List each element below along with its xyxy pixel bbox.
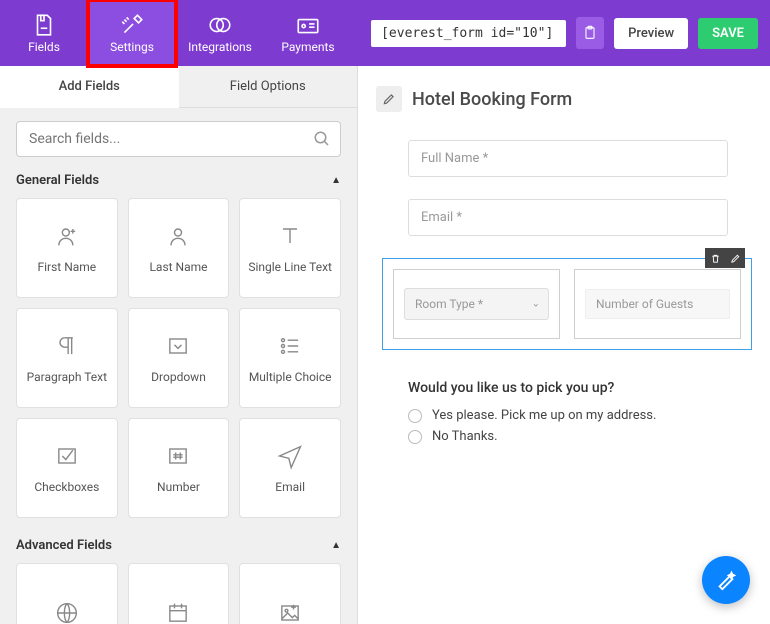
section-general-label: General Fields: [16, 173, 99, 188]
preview-button[interactable]: Preview: [614, 18, 688, 49]
sidebar-tabs: Add Fields Field Options: [0, 66, 357, 108]
tab-integrations-label: Integrations: [188, 40, 252, 54]
number-icon: [164, 442, 192, 470]
tab-settings-label: Settings: [110, 40, 154, 54]
clipboard-icon: [582, 24, 598, 42]
checkbox-icon: [53, 442, 81, 470]
full-name-field[interactable]: Full Name *: [408, 140, 728, 177]
topbar-right: [everest_form id="10"] Preview SAVE: [371, 17, 758, 49]
field-label: Multiple Choice: [249, 370, 332, 384]
section-general-fields[interactable]: General Fields ▲: [0, 165, 357, 198]
field-advanced-1[interactable]: [16, 563, 118, 624]
delete-row-button[interactable]: [705, 248, 725, 268]
radio-label: Yes please. Pick me up on my address.: [432, 408, 656, 423]
pickup-question: Would you like us to pick you up? Yes pl…: [408, 380, 752, 444]
chevron-down-icon: ⌄: [532, 299, 540, 310]
room-type-cell[interactable]: Room Type * ⌄: [393, 269, 560, 339]
field-dropdown[interactable]: Dropdown: [128, 308, 230, 408]
field-label: First Name: [37, 260, 96, 274]
field-label: Paragraph Text: [27, 370, 107, 384]
radio-option-yes[interactable]: Yes please. Pick me up on my address.: [408, 408, 752, 423]
payments-icon: [295, 12, 321, 38]
tab-fields-label: Fields: [28, 40, 60, 54]
field-label: Email: [275, 480, 305, 494]
field-advanced-3[interactable]: [239, 563, 341, 624]
sidebar: Add Fields Field Options General Fields …: [0, 66, 358, 624]
field-label: Dropdown: [151, 370, 206, 384]
radio-icon: [408, 430, 422, 444]
caret-up-icon: ▲: [331, 540, 341, 551]
field-multiple-choice[interactable]: Multiple Choice: [239, 308, 341, 408]
trash-icon: [710, 253, 721, 264]
general-fields-grid: First Name Last Name Single Line Text Pa…: [0, 198, 357, 530]
section-advanced-fields[interactable]: Advanced Fields ▲: [0, 530, 357, 563]
row-actions: [705, 248, 745, 268]
person-icon: [164, 222, 192, 250]
field-last-name[interactable]: Last Name: [128, 198, 230, 298]
shortcode-display[interactable]: [everest_form id="10"]: [371, 20, 566, 47]
tab-integrations[interactable]: Integrations: [176, 0, 264, 66]
list-icon: [276, 332, 304, 360]
advanced-fields-grid: [0, 563, 357, 624]
field-label: Checkboxes: [34, 480, 99, 494]
send-icon: [276, 442, 304, 470]
guests-input[interactable]: Number of Guests: [585, 289, 730, 319]
form-preview: Hotel Booking Form Full Name * Email * R…: [358, 66, 770, 624]
email-field[interactable]: Email *: [408, 199, 728, 236]
settings-icon: [119, 12, 145, 38]
tab-fields[interactable]: Fields: [0, 0, 88, 66]
field-label: Single Line Text: [248, 260, 332, 274]
integrations-icon: [207, 12, 233, 38]
caret-up-icon: ▲: [331, 175, 341, 186]
magic-wand-icon: [715, 569, 737, 591]
field-label: Last Name: [149, 260, 207, 274]
tab-field-options[interactable]: Field Options: [179, 66, 358, 108]
copy-shortcode-button[interactable]: [576, 17, 604, 49]
tab-settings[interactable]: Settings: [88, 0, 176, 66]
pencil-icon: [730, 253, 741, 264]
field-first-name[interactable]: First Name: [16, 198, 118, 298]
topbar: Fields Settings Integrations Payments [e…: [0, 0, 770, 66]
search-fields: [16, 121, 341, 157]
search-icon: [313, 130, 331, 148]
question-label: Would you like us to pick you up?: [408, 380, 752, 396]
guests-cell[interactable]: Number of Guests: [574, 269, 741, 339]
search-input[interactable]: [16, 121, 341, 157]
tab-payments[interactable]: Payments: [264, 0, 352, 66]
radio-icon: [408, 409, 422, 423]
form-title[interactable]: Hotel Booking Form: [412, 89, 572, 110]
radio-label: No Thanks.: [432, 429, 498, 444]
field-paragraph[interactable]: Paragraph Text: [16, 308, 118, 408]
text-icon: [276, 222, 304, 250]
tab-add-fields[interactable]: Add Fields: [0, 66, 179, 108]
paragraph-icon: [53, 332, 81, 360]
globe-icon: [53, 599, 81, 624]
fields-icon: [31, 12, 57, 38]
room-type-select[interactable]: Room Type * ⌄: [404, 288, 549, 320]
selected-row[interactable]: Room Type * ⌄ Number of Guests: [382, 258, 752, 350]
person-icon: [53, 222, 81, 250]
tab-payments-label: Payments: [281, 40, 334, 54]
pencil-icon: [382, 92, 396, 106]
edit-title-button[interactable]: [376, 86, 402, 112]
field-advanced-2[interactable]: [128, 563, 230, 624]
field-label: Number: [157, 480, 200, 494]
room-type-label: Room Type *: [415, 297, 483, 311]
section-advanced-label: Advanced Fields: [16, 538, 112, 553]
calendar-icon: [164, 599, 192, 624]
edit-row-button[interactable]: [725, 248, 745, 268]
field-email[interactable]: Email: [239, 418, 341, 518]
fab-button[interactable]: [702, 556, 750, 604]
radio-option-no[interactable]: No Thanks.: [408, 429, 752, 444]
dropdown-icon: [164, 332, 192, 360]
field-single-line[interactable]: Single Line Text: [239, 198, 341, 298]
field-number[interactable]: Number: [128, 418, 230, 518]
save-button[interactable]: SAVE: [698, 18, 758, 49]
image-icon: [276, 599, 304, 624]
field-checkboxes[interactable]: Checkboxes: [16, 418, 118, 518]
